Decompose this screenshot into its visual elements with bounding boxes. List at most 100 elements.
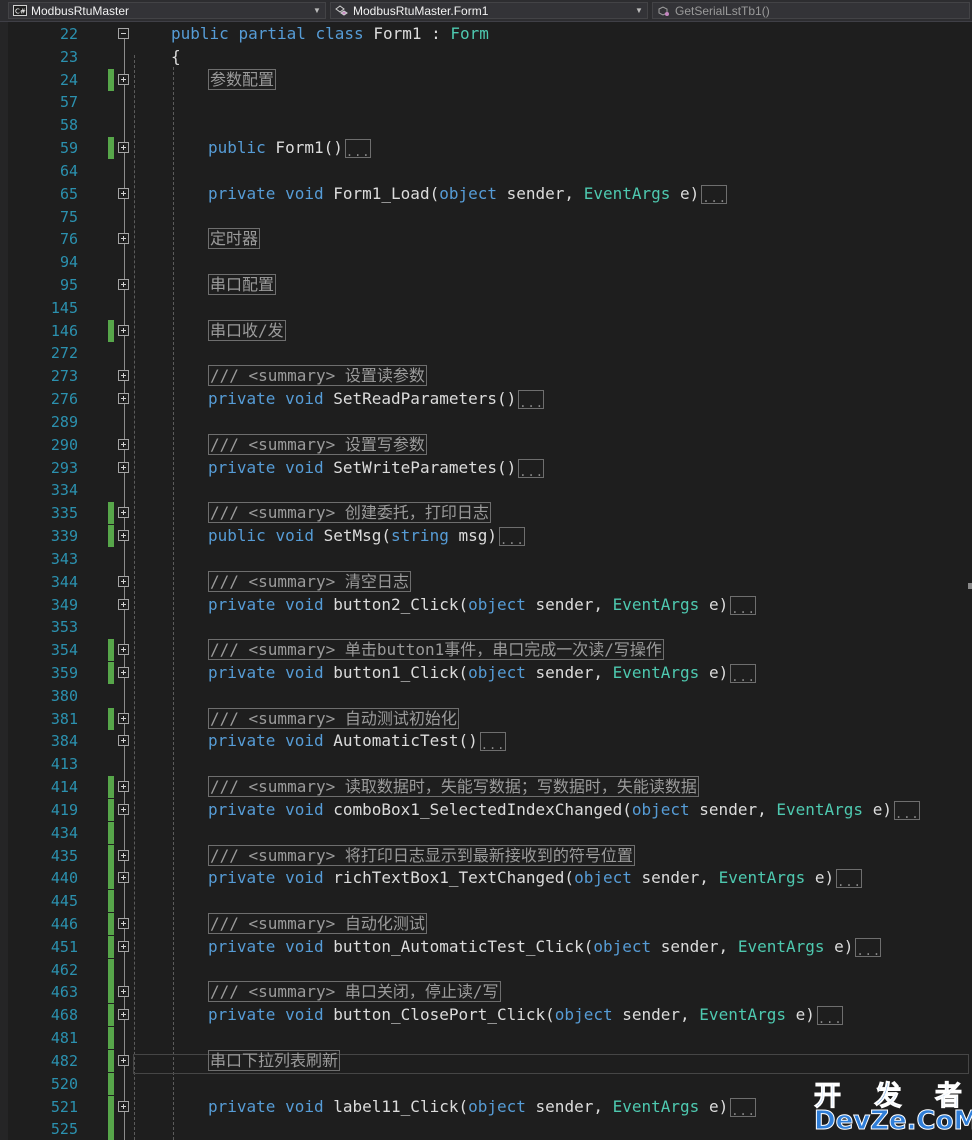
line-number: 289	[50, 412, 78, 431]
method-signature: private void button2_Click(object sender…	[208, 594, 757, 616]
code-line: 65 private void Form1_Load(object sender,…	[0, 183, 972, 205]
expand-icon[interactable]	[118, 461, 129, 473]
collapsed-code-button[interactable]	[499, 527, 525, 547]
collapsed-code-button[interactable]	[893, 800, 920, 820]
expand-icon[interactable]	[118, 1009, 129, 1021]
expand-icon[interactable]	[118, 666, 129, 678]
expand-icon[interactable]	[118, 324, 129, 336]
code-line: 384 private void AutomaticTest()	[0, 730, 972, 752]
expand-icon[interactable]	[118, 370, 129, 382]
summary-comment[interactable]: /// <summary> 设置读参数	[208, 365, 427, 387]
change-marker	[108, 821, 114, 844]
change-marker	[108, 981, 114, 1004]
collapse-icon[interactable]	[118, 28, 129, 39]
collapsed-comment: /// <summary> 创建委托，打印日志	[208, 502, 491, 524]
expand-icon[interactable]	[118, 233, 129, 245]
line-number: 58	[59, 116, 78, 135]
expand-icon[interactable]	[118, 530, 129, 542]
change-marker	[108, 867, 114, 890]
summary-comment[interactable]: /// <summary> 自动测试初始化	[208, 707, 459, 729]
code-line: 64	[0, 160, 972, 182]
summary-comment[interactable]: /// <summary> 创建委托，打印日志	[208, 502, 491, 524]
summary-comment[interactable]: /// <summary> 清空日志	[208, 570, 411, 592]
expand-icon[interactable]	[118, 438, 129, 450]
expand-icon[interactable]	[118, 917, 129, 929]
code-line: 380	[0, 685, 972, 707]
region-label[interactable]: 定时器	[208, 228, 261, 250]
region-label[interactable]: 参数配置	[208, 68, 277, 90]
collapsed-region: 串口下拉列表刷新	[208, 1049, 341, 1072]
summary-comment[interactable]: /// <summary> 读取数据时，失能写数据；写数据时，失能读数据	[208, 776, 699, 798]
line-number: 481	[50, 1029, 78, 1048]
expand-icon[interactable]	[118, 187, 129, 199]
line-number: 65	[59, 184, 78, 203]
summary-comment[interactable]: /// <summary> 将打印日志显示到最新接收到的符号位置	[208, 844, 635, 866]
expand-icon[interactable]	[118, 986, 129, 998]
collapsed-comment: /// <summary> 自动化测试	[208, 912, 427, 935]
signature-text: private void button_ClosePort_Click(obje…	[208, 1005, 815, 1025]
class-dropdown[interactable]: ModbusRtuMaster.Form1 ▼	[330, 2, 648, 19]
code-line: 482 串口下拉列表刷新	[0, 1049, 972, 1072]
member-dropdown[interactable]: GetSerialLstTb1()	[652, 2, 970, 19]
collapsed-code-button[interactable]	[730, 1097, 757, 1117]
line-number: 76	[59, 230, 78, 249]
expand-icon[interactable]	[118, 1054, 129, 1066]
code-line: 435 /// <summary> 将打印日志显示到最新接收到的符号位置	[0, 844, 972, 867]
line-number: 419	[50, 800, 78, 819]
collapsed-code-button[interactable]	[730, 663, 757, 683]
expand-icon[interactable]	[118, 1100, 129, 1112]
collapsed-code-button[interactable]	[701, 184, 728, 204]
collapsed-code-button[interactable]	[855, 937, 882, 957]
code-line: 359 private void button1_Click(object sen…	[0, 661, 972, 684]
expand-icon[interactable]	[118, 142, 129, 154]
line-number: 434	[50, 823, 78, 842]
line-number: 468	[50, 1006, 78, 1025]
region-label[interactable]: 串口下拉列表刷新	[208, 1049, 341, 1071]
collapsed-code-button[interactable]	[479, 732, 506, 752]
region-label[interactable]: 串口收/发	[208, 319, 286, 341]
code-line: 22 public partial class Form1 : Form	[0, 23, 972, 45]
collapsed-code-button[interactable]	[836, 869, 863, 889]
code-line: 145	[0, 297, 972, 319]
expand-icon[interactable]	[118, 803, 129, 815]
expand-icon[interactable]	[118, 575, 129, 587]
collapsed-region: 定时器	[208, 228, 261, 250]
collapsed-code-button[interactable]	[344, 139, 371, 159]
method-signature: private void button1_Click(object sender…	[208, 662, 757, 684]
summary-comment[interactable]: /// <summary> 设置写参数	[208, 433, 427, 455]
signature-text: private void label11_Click(object sender…	[208, 1096, 729, 1116]
expand-icon[interactable]	[118, 393, 129, 405]
expand-icon[interactable]	[118, 73, 129, 85]
navigation-bar: C# ModbusRtuMaster ▼ ModbusRtuMaster.For…	[0, 0, 972, 22]
expand-icon[interactable]	[118, 781, 129, 793]
expand-icon[interactable]	[118, 872, 129, 884]
expand-icon[interactable]	[118, 598, 129, 610]
summary-comment[interactable]: /// <summary> 串口关闭，停止读/写	[208, 981, 501, 1003]
line-number: 75	[59, 207, 78, 226]
summary-comment[interactable]: /// <summary> 单击button1事件，串口完成一次读/写操作	[208, 639, 664, 661]
collapsed-region: 串口收/发	[208, 319, 286, 342]
code-editor[interactable]: 22 public partial class Form1 : Form 23 {24…	[0, 22, 972, 1140]
expand-icon[interactable]	[118, 712, 129, 724]
line-number: 57	[59, 93, 78, 112]
collapsed-code-button[interactable]	[518, 390, 545, 410]
expand-icon[interactable]	[118, 279, 129, 291]
summary-comment[interactable]: /// <summary> 自动化测试	[208, 912, 427, 934]
expand-icon[interactable]	[118, 940, 129, 952]
signature-text: private void SetReadParameters()	[208, 389, 517, 409]
change-marker	[108, 1095, 114, 1118]
expand-icon[interactable]	[118, 735, 129, 747]
method-signature: private void Form1_Load(object sender, E…	[208, 183, 728, 205]
expand-icon[interactable]	[118, 644, 129, 656]
region-label[interactable]: 串口配置	[208, 274, 277, 296]
change-marker	[108, 1118, 114, 1140]
project-dropdown[interactable]: C# ModbusRtuMaster ▼	[8, 2, 326, 19]
expand-icon[interactable]	[118, 849, 129, 861]
collapsed-code-button[interactable]	[730, 595, 757, 615]
collapsed-code-button[interactable]	[518, 458, 545, 478]
expand-icon[interactable]	[118, 507, 129, 519]
code-line: 23 {	[0, 46, 972, 68]
collapsed-code-button[interactable]	[816, 1006, 843, 1026]
method-signature: private void SetReadParameters()	[208, 388, 545, 410]
collapsed-comment: /// <summary> 单击button1事件，串口完成一次读/写操作	[208, 639, 664, 661]
